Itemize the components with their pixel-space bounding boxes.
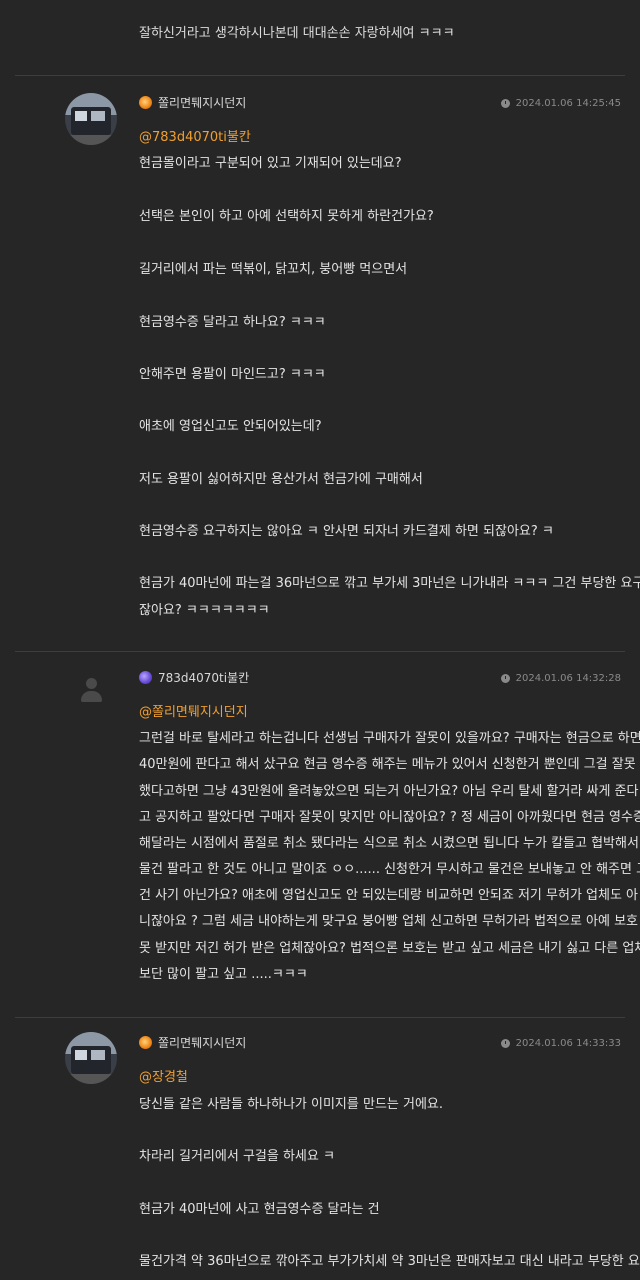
comment-line: 당신들 같은 사람들 하나하나가 이미지를 만드는 거에요. xyxy=(139,1097,444,1112)
comment-line: 현금가 40마넌에 파는걸 36마넌으로 깎고 부가세 3마넌은 니가내라 ㅋㅋ… xyxy=(139,576,640,591)
comment-line: 현금몰이라고 구분되어 있고 기재되어 있는데요? xyxy=(139,156,402,171)
comment-author[interactable]: 쫄리면퉤지시던지 xyxy=(139,1034,246,1051)
timestamp-text: 2024.01.06 14:33:33 xyxy=(515,1038,621,1049)
comment-author[interactable]: 쫄리면퉤지시던지 xyxy=(139,94,246,111)
sun-badge-icon xyxy=(139,1036,152,1049)
comment-author[interactable]: 783d4070ti불칸 xyxy=(139,669,249,686)
clock-icon xyxy=(500,674,510,683)
comment-line: 잖아요? ㅋㅋㅋㅋㅋㅋㅋ xyxy=(139,603,270,618)
comment-line: 보단 많이 팔고 싶고 .....ㅋㅋㅋ xyxy=(139,967,308,982)
author-name: 쫄리면퉤지시던지 xyxy=(158,1036,247,1050)
previous-comment-text: 잘하신거라고 생각하시나본데 대대손손 자랑하세여 ㅋㅋㅋ xyxy=(139,26,455,41)
reply-mention[interactable]: @장경철 xyxy=(139,1066,188,1085)
comment-line: 물건 팔라고 한 것도 아니고 말이죠 ㅇㅇ...... 신청한거 무시하고 물… xyxy=(139,862,640,877)
comment-line: 니잖아요 ? 그럼 세금 내야하는게 맞구요 붕어빵 업체 신고하면 무허가라 … xyxy=(139,914,639,929)
comment-timestamp: 2024.01.06 14:25:45 xyxy=(500,98,621,109)
user-avatar[interactable] xyxy=(65,1032,117,1084)
comment-line: 현금영수증 요구하지는 않아요 ㅋ 안사면 되자너 카드결제 하면 되잖아요? … xyxy=(139,524,554,539)
comment-line: 해달라는 시점에서 품절로 취소 됐다라는 식으로 취소 시켰으면 됩니다 누가… xyxy=(139,836,639,851)
reply-mention[interactable]: @쫄리면퉤지시던지 xyxy=(139,701,248,720)
timestamp-text: 2024.01.06 14:32:28 xyxy=(515,673,621,684)
comment-line: 현금영수증 달라고 하나요? ㅋㅋㅋ xyxy=(139,315,326,330)
comment-line: 물건가격 약 36마넌으로 깎아주고 부가가치세 약 3마넌은 판매자보고 대신… xyxy=(139,1254,640,1269)
comment-timestamp: 2024.01.06 14:33:33 xyxy=(500,1038,621,1049)
comment-line: 길거리에서 파는 떡볶이, 닭꼬치, 붕어빵 먹으면서 xyxy=(139,262,408,277)
comment-line: 40만원에 판다고 해서 샀구요 현금 영수증 해주는 메뉴가 있어서 신청한거… xyxy=(139,757,636,772)
comment-divider xyxy=(15,75,625,76)
clock-icon xyxy=(500,1039,510,1048)
timestamp-text: 2024.01.06 14:25:45 xyxy=(515,98,621,109)
comment-line: 차라리 길거리에서 구걸을 하세요 ㅋ xyxy=(139,1149,335,1164)
comment-divider xyxy=(15,651,625,652)
comment-line: 현금가 40마넌에 사고 현금영수증 달라는 건 xyxy=(139,1202,380,1217)
comment-line: 안해주면 용팔이 마인드고? ㅋㅋㅋ xyxy=(139,367,326,382)
comment-divider xyxy=(15,1017,625,1018)
sun-badge-icon xyxy=(139,96,152,109)
comment-line: 했다고하면 그냥 43만원에 올려놓았으면 되는거 아닌가요? 아님 우리 탈세… xyxy=(139,784,639,799)
clock-icon xyxy=(500,99,510,108)
user-avatar[interactable] xyxy=(65,93,117,145)
author-name: 쫄리면퉤지시던지 xyxy=(158,96,247,110)
default-avatar-icon[interactable] xyxy=(65,666,117,718)
comment-line: 애초에 영업신고도 안되어있는데? xyxy=(139,419,322,434)
comment-line: 저도 용팔이 싫어하지만 용산가서 현금가에 구매해서 xyxy=(139,472,423,487)
comment-timestamp: 2024.01.06 14:32:28 xyxy=(500,673,621,684)
planet-badge-icon xyxy=(139,671,152,684)
comment-line: 건 사기 아닌가요? 애초에 영업신고도 안 되있는데랑 비교하면 안되죠 저기… xyxy=(139,888,639,903)
comment-line: 못 받지만 저긴 허가 받은 업체잖아요? 법적으론 보호는 받고 싶고 세금은… xyxy=(139,941,640,956)
comment-line: 그런걸 바로 탈세라고 하는겁니다 선생님 구매자가 잘못이 있을까요? 구매자… xyxy=(139,731,640,746)
author-name: 783d4070ti불칸 xyxy=(158,671,250,685)
reply-mention[interactable]: @783d4070ti불칸 xyxy=(139,126,251,145)
comment-line: 고 공지하고 팔았다면 구매자 잘못이 맞지만 아니잖아요? ? 정 세금이 아… xyxy=(139,810,640,825)
comment-line: 선택은 본인이 하고 아예 선택하지 못하게 하란건가요? xyxy=(139,209,434,224)
